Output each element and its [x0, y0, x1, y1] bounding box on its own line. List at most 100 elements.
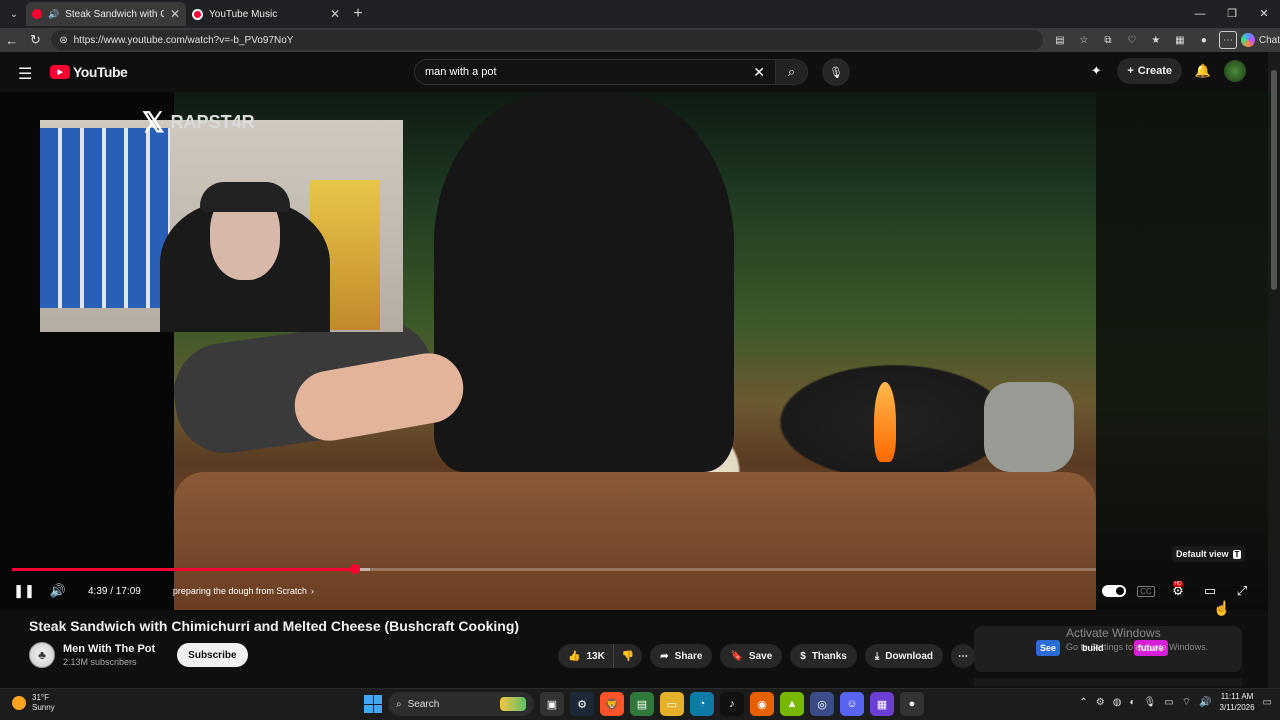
browser-toolbar: ▤ ☆ ⧉ ♡ ★ ▦ ● ⋯: [1051, 31, 1237, 49]
fullscreen-icon[interactable]: ⤢: [1230, 579, 1254, 603]
extensions-icon[interactable]: ⧉: [1099, 31, 1117, 49]
favorites-icon[interactable]: ★: [1147, 31, 1165, 49]
close-tab-icon[interactable]: ✕: [330, 7, 340, 21]
obs-icon[interactable]: ◎: [810, 692, 834, 716]
search-icon: ⌕: [787, 64, 796, 79]
app-grid-icon[interactable]: ▦: [870, 692, 894, 716]
refresh-icon[interactable]: ↻: [24, 32, 48, 48]
dislike-button[interactable]: 👎: [612, 644, 643, 668]
system-tray: ⌃ ⚙ ◍ ◐ 🎙 ▭ ⌔ 🔊 11:11 AM 3/11/2026 ▭: [1079, 691, 1272, 713]
autoplay-toggle[interactable]: [1102, 585, 1126, 597]
rock: [984, 382, 1074, 472]
channel-row: ♣ Men With The Pot 2.13M subscribers Sub…: [29, 642, 248, 668]
search-button[interactable]: ⌕: [776, 59, 808, 85]
wifi-icon[interactable]: ⌔: [1182, 696, 1191, 709]
subscribe-button[interactable]: Subscribe: [177, 643, 248, 667]
steam-tray-icon[interactable]: ⚙: [1096, 697, 1105, 708]
taskbar-search[interactable]: ⌕ Search: [388, 692, 534, 716]
youtube-header: ☰ ▶ YouTube man with a pot ✕ ⌕ 🎙 ✦ + Cre…: [0, 52, 1268, 92]
collections-icon[interactable]: ▦: [1171, 31, 1189, 49]
network-icon[interactable]: ◍: [1113, 697, 1122, 708]
chapter-button[interactable]: preparing the dough from Scratch ›: [165, 580, 322, 602]
download-label: Download: [885, 650, 934, 662]
tray-overflow-icon[interactable]: ⌃: [1079, 697, 1087, 708]
volume-icon[interactable]: 🔊: [46, 579, 70, 603]
discord-icon[interactable]: ☺: [840, 692, 864, 716]
share-button[interactable]: ➦ Share: [650, 644, 713, 668]
windows-start-icon[interactable]: [364, 695, 382, 713]
clear-search-icon[interactable]: ✕: [753, 64, 765, 81]
restore-icon[interactable]: ❐: [1216, 0, 1248, 28]
tab-youtube-music[interactable]: YouTube Music ✕: [186, 2, 346, 26]
volume-tray-icon[interactable]: 🔊: [1199, 697, 1211, 708]
edge-icon[interactable]: ◔: [690, 692, 714, 716]
weather-widget[interactable]: 31°F Sunny: [12, 693, 55, 713]
thanks-label: Thanks: [811, 650, 847, 662]
thanks-button[interactable]: $ Thanks: [790, 644, 857, 668]
download-button[interactable]: ⤓ Download: [864, 644, 944, 668]
tooltip-text: Default view: [1176, 549, 1229, 559]
scrollbar-thumb[interactable]: [1271, 70, 1277, 290]
youtube-logo[interactable]: ▶ YouTube: [50, 64, 128, 80]
settings-gear-icon[interactable]: ⚙ HD: [1166, 579, 1190, 603]
create-button[interactable]: + Create: [1117, 58, 1182, 84]
chapter-title: preparing the dough from Scratch: [172, 586, 307, 596]
url-field[interactable]: ⊜ https://www.youtube.com/watch?v=-b_PVo…: [51, 30, 1043, 50]
site-info-icon[interactable]: ⊜: [59, 35, 67, 46]
subtitles-icon[interactable]: CC: [1134, 579, 1158, 603]
notifications-icon[interactable]: ▭: [1263, 697, 1272, 708]
video-player[interactable]: 𝕏 RAPST4R: [0, 92, 1268, 610]
pause-icon[interactable]: ❚❚: [12, 579, 36, 603]
notifications-bell-icon[interactable]: 🔔: [1192, 60, 1214, 82]
close-window-icon[interactable]: ✕: [1248, 0, 1280, 28]
progress-scrubber[interactable]: [349, 564, 360, 574]
hamburger-menu-icon[interactable]: ☰: [18, 64, 32, 84]
monitor-icon[interactable]: ▭: [1164, 697, 1173, 708]
taskbar-clock[interactable]: 11:11 AM 3/11/2026: [1220, 691, 1255, 713]
browser-essentials-icon[interactable]: ♡: [1123, 31, 1141, 49]
notepad-icon[interactable]: ▤: [630, 692, 654, 716]
cast-icon[interactable]: ✦: [1085, 60, 1107, 82]
download-icon: ⤓: [874, 650, 880, 662]
voice-search-button[interactable]: 🎙: [822, 58, 850, 86]
sun-icon: [12, 696, 26, 710]
back-icon[interactable]: ←: [0, 33, 24, 48]
search-input[interactable]: man with a pot ✕: [414, 59, 776, 85]
security-icon[interactable]: ◐: [1129, 697, 1135, 708]
minimize-icon[interactable]: —: [1184, 0, 1216, 28]
firefox-icon[interactable]: ◉: [750, 692, 774, 716]
more-actions-button[interactable]: ⋯: [951, 644, 976, 668]
account-avatar[interactable]: [1224, 60, 1246, 82]
steam-icon[interactable]: ⚙: [570, 692, 594, 716]
new-tab-button[interactable]: +: [346, 5, 370, 23]
task-view-icon[interactable]: ▣: [540, 692, 564, 716]
page-scrollbar[interactable]: [1268, 52, 1280, 688]
mic-tray-icon[interactable]: 🎙: [1144, 697, 1157, 708]
ad-chip-see: See: [1036, 640, 1061, 656]
channel-avatar[interactable]: ♣: [29, 642, 55, 668]
close-tab-icon[interactable]: ✕: [170, 7, 180, 21]
youtube-play-logo-icon: ▶: [50, 65, 70, 79]
more-menu-icon[interactable]: ⋯: [1218, 31, 1237, 49]
github-icon[interactable]: ●: [900, 692, 924, 716]
profile-icon[interactable]: ●: [1195, 31, 1213, 49]
tab-actions-menu-icon[interactable]: ⌄: [2, 2, 26, 26]
progress-played: [12, 568, 355, 571]
save-button[interactable]: 🔖 Save: [720, 644, 783, 668]
speaker-icon[interactable]: 🔊: [48, 9, 59, 20]
favorite-star-icon[interactable]: ☆: [1075, 31, 1093, 49]
progress-bar[interactable]: [12, 564, 1096, 574]
like-button[interactable]: 👍 13K: [558, 644, 613, 668]
nvidia-icon[interactable]: ▲: [780, 692, 804, 716]
copilot-chat-button[interactable]: Chat: [1240, 33, 1280, 47]
hd-badge: HD: [1173, 581, 1183, 587]
brave-icon[interactable]: 🦁: [600, 692, 624, 716]
reader-view-icon[interactable]: ▤: [1051, 31, 1069, 49]
tiktok-icon[interactable]: ♪: [720, 692, 744, 716]
browser-tab-bar: ⌄ 🔊 Steak Sandwich with Chimichurri ✕ Yo…: [0, 0, 1280, 28]
file-explorer-icon[interactable]: ▭: [660, 692, 684, 716]
channel-name[interactable]: Men With The Pot: [63, 643, 155, 655]
tab-steak-sandwich[interactable]: 🔊 Steak Sandwich with Chimichurri ✕: [26, 2, 186, 26]
youtube-music-favicon-icon: [192, 8, 203, 20]
time-text: 4:39 / 17:09: [88, 585, 141, 597]
